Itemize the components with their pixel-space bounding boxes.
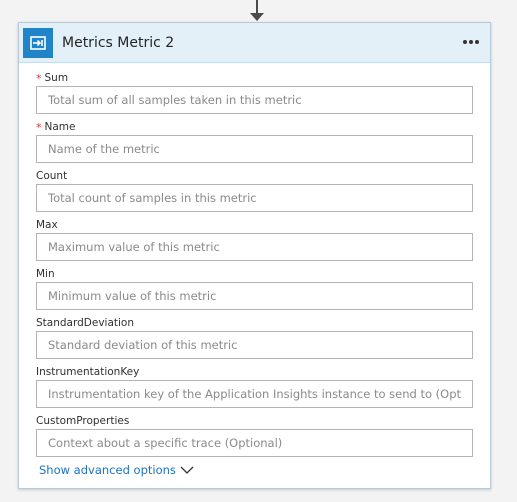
advanced-options-label: Show advanced options	[39, 463, 176, 477]
field-label-custom-properties: CustomProperties	[36, 410, 473, 428]
field-label-text: Count	[36, 170, 68, 182]
flow-connector-line	[256, 0, 258, 14]
field-label-min: Min	[36, 263, 473, 281]
max-input[interactable]	[36, 233, 473, 261]
field-label-text: Min	[36, 268, 55, 280]
field-instrumentation-key: InstrumentationKey	[36, 361, 473, 410]
field-label-name: * Name	[36, 116, 473, 134]
field-standard-deviation: StandardDeviation	[36, 312, 473, 361]
field-max: Max	[36, 214, 473, 263]
field-label-max: Max	[36, 214, 473, 232]
card-title: Metrics Metric 2	[62, 34, 175, 51]
required-marker: *	[36, 71, 42, 85]
action-card: Metrics Metric 2 *Sum*NameCountMaxMinSta…	[18, 22, 491, 489]
field-label-sum: * Sum	[36, 67, 473, 85]
field-min: Min	[36, 263, 473, 312]
count-input[interactable]	[36, 184, 473, 212]
field-label-count: Count	[36, 165, 473, 183]
chevron-down-icon	[180, 466, 194, 475]
field-sum: * Sum	[36, 67, 473, 116]
instrumentation-key-input[interactable]	[36, 380, 473, 408]
custom-properties-input[interactable]	[36, 429, 473, 457]
card-header[interactable]: Metrics Metric 2	[19, 23, 490, 63]
show-advanced-options-link[interactable]: Show advanced options	[39, 463, 473, 477]
sum-input[interactable]	[36, 86, 473, 114]
more-options-icon[interactable]	[461, 32, 481, 52]
required-marker: *	[36, 120, 42, 134]
field-label-text: Name	[44, 121, 76, 133]
field-count: Count	[36, 165, 473, 214]
parameter-fields: *Sum*NameCountMaxMinStandardDeviationIns…	[19, 63, 490, 477]
field-label-text: StandardDeviation	[36, 317, 134, 329]
field-label-text: CustomProperties	[36, 415, 130, 427]
field-custom-properties: CustomProperties	[36, 410, 473, 459]
field-label-instrumentation-key: InstrumentationKey	[36, 361, 473, 379]
name-input[interactable]	[36, 135, 473, 163]
field-label-text: Sum	[44, 72, 69, 84]
field-label-standard-deviation: StandardDeviation	[36, 312, 473, 330]
field-label-text: Max	[36, 219, 58, 231]
flow-connector-arrow-icon	[250, 13, 264, 21]
field-label-text: InstrumentationKey	[36, 366, 140, 378]
min-input[interactable]	[36, 282, 473, 310]
standard-deviation-input[interactable]	[36, 331, 473, 359]
connector-action-icon	[23, 27, 53, 58]
field-name: * Name	[36, 116, 473, 165]
